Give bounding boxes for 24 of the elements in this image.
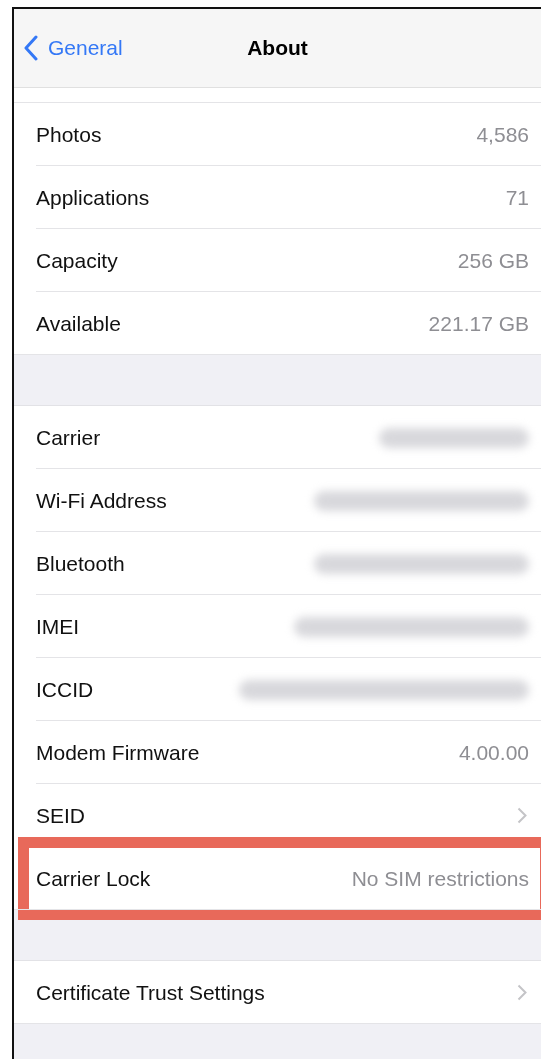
row-label: Available [36, 311, 121, 336]
row-label: Carrier [36, 425, 101, 450]
chevron-icon [517, 807, 527, 824]
row-label: Photos [36, 122, 102, 147]
row-label: Capacity [36, 248, 118, 273]
screen-title: About [247, 36, 308, 60]
chevron-icon [517, 984, 527, 1001]
row-label: Modem Firmware [36, 740, 200, 765]
row-label: Certificate Trust Settings [36, 980, 265, 1005]
row-label: Bluetooth [36, 551, 125, 576]
row-label: Wi-Fi Address [36, 488, 167, 513]
row-value: 4.00.00 [458, 740, 529, 765]
row-label: SEID [36, 803, 85, 828]
row-label: IMEI [36, 614, 80, 639]
row-value: 71 [505, 185, 529, 210]
row-label: Carrier Lock [36, 866, 151, 891]
row-value: No SIM restrictions [351, 866, 529, 891]
row-value: 221.17 GB [428, 311, 529, 336]
row-value: 4,586 [476, 122, 529, 147]
row-value: 256 GB [457, 248, 529, 273]
row-label: ICCID [36, 677, 94, 702]
back-chevron-icon [24, 35, 38, 61]
back-button[interactable]: General [14, 35, 123, 61]
row-label: Applications [36, 185, 150, 210]
